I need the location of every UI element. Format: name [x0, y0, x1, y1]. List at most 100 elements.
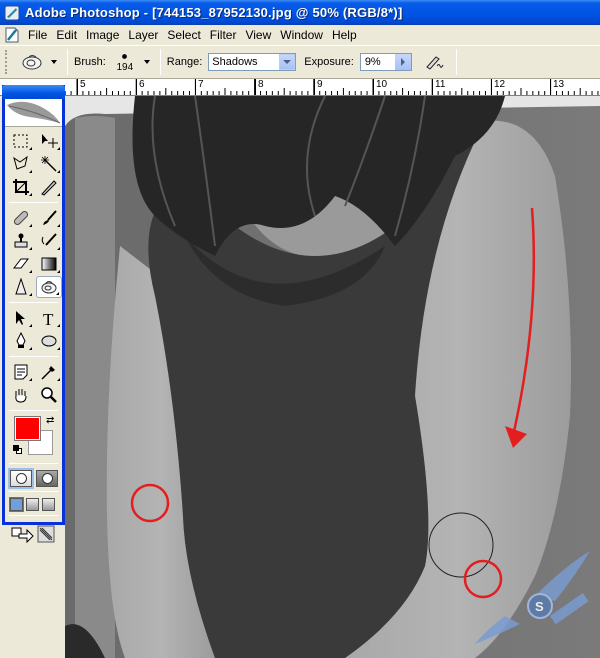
photoshop-icon: [4, 5, 20, 20]
zoom-tool[interactable]: [36, 384, 62, 406]
brush-tool[interactable]: [36, 207, 62, 229]
menu-bar: File Edit Image Layer Select Filter View…: [0, 25, 600, 45]
menu-view[interactable]: View: [242, 28, 277, 42]
default-colors-icon[interactable]: [13, 445, 23, 455]
lasso-tool[interactable]: [8, 153, 34, 175]
adobe-feather-logo[interactable]: [5, 99, 62, 127]
color-swatches: ⇄: [9, 415, 62, 459]
eyedropper-tool-icon: [41, 366, 55, 380]
type-tool[interactable]: T: [36, 307, 62, 329]
menu-file[interactable]: File: [25, 28, 53, 42]
menu-filter[interactable]: Filter: [207, 28, 243, 42]
brush-tool-icon: [43, 210, 57, 225]
document-canvas[interactable]: S: [65, 96, 600, 658]
options-bar-grip[interactable]: [5, 50, 9, 74]
tool-grid: [5, 207, 62, 298]
menu-select[interactable]: Select: [164, 28, 206, 42]
tool-grid: T: [5, 307, 62, 352]
magic-wand-tool-icon: [41, 156, 57, 172]
toolbox-divider: [9, 202, 58, 203]
notes-tool-icon: [14, 364, 28, 380]
brush-size: 194: [116, 61, 134, 73]
slice-tool-icon: [41, 180, 57, 196]
blur-tool[interactable]: [8, 276, 34, 298]
menu-help[interactable]: Help: [329, 28, 363, 42]
range-select[interactable]: Shadows: [208, 53, 297, 71]
photo: S: [65, 96, 600, 658]
blur-tool-icon: [15, 278, 27, 295]
toolbox-divider: [9, 491, 58, 492]
menu-image[interactable]: Image: [83, 28, 125, 42]
notes-tool[interactable]: [8, 361, 34, 383]
menu-layer[interactable]: Layer: [125, 28, 164, 42]
ruler-label: 7: [195, 79, 204, 95]
airbrush-icon[interactable]: [424, 53, 446, 71]
history-brush-tool-icon: [41, 233, 57, 246]
hand-tool-icon: [15, 389, 27, 403]
hand-tool[interactable]: [8, 384, 34, 406]
ruler-label: 6: [136, 79, 145, 95]
path-selection-tool[interactable]: [8, 307, 34, 329]
document-icon[interactable]: [3, 26, 21, 44]
svg-text:S: S: [535, 599, 544, 614]
tool-grid: [5, 127, 62, 198]
clone-stamp-tool-icon: [14, 233, 28, 248]
path-selection-tool-icon: [16, 311, 25, 325]
toolbox-divider: [9, 302, 58, 303]
quick-mask-mode-button[interactable]: [36, 470, 58, 487]
crop-tool[interactable]: [8, 176, 34, 198]
window-title: Adobe Photoshop - [744153_87952130.jpg @…: [25, 5, 403, 20]
edit-mode-buttons: [5, 468, 62, 489]
dodge-tool-icon: [41, 281, 57, 294]
menu-window[interactable]: Window: [277, 28, 329, 42]
foreground-color-swatch[interactable]: [14, 416, 41, 441]
full-screen-menu-mode-button[interactable]: [26, 498, 39, 511]
move-tool-icon: [42, 134, 58, 148]
tool-preset-picker[interactable]: [21, 53, 57, 71]
rectangular-marquee-tool[interactable]: [8, 130, 34, 152]
ellipse-tool[interactable]: [36, 330, 62, 352]
tool-preset-dropdown-icon[interactable]: [51, 60, 57, 64]
ruler-label: 8: [255, 79, 264, 95]
toolbox-divider: [9, 515, 58, 516]
slice-tool[interactable]: [36, 176, 62, 198]
jump-to-imageready[interactable]: [5, 520, 62, 544]
divider: [159, 49, 161, 75]
move-tool[interactable]: [36, 130, 62, 152]
ruler-label: 13: [550, 79, 564, 95]
swap-colors-icon[interactable]: ⇄: [46, 415, 54, 426]
dodge-tool-icon: [22, 55, 42, 70]
exposure-field[interactable]: 9%: [359, 53, 412, 71]
ruler-label: 9: [314, 79, 323, 95]
exposure-slider-arrow-icon[interactable]: [394, 54, 411, 70]
exposure-value: 9%: [364, 56, 381, 68]
toolbox-divider: [9, 356, 58, 357]
full-screen-mode-button[interactable]: [42, 498, 55, 511]
toolbox-panel: T ⇄: [2, 85, 65, 544]
gradient-tool[interactable]: [36, 253, 62, 275]
brush-picker[interactable]: 194: [114, 52, 136, 73]
ruler-ticks: [64, 79, 599, 95]
toolbox-title-bar[interactable]: [2, 85, 65, 99]
title-bar: Adobe Photoshop - [744153_87952130.jpg @…: [0, 0, 600, 25]
brush-dropdown-icon[interactable]: [143, 60, 150, 64]
healing-brush-tool-icon: [13, 210, 29, 226]
chevron-down-icon[interactable]: [279, 54, 296, 70]
crop-tool-icon: [13, 179, 29, 195]
dodge-tool[interactable]: [36, 276, 62, 298]
eraser-tool[interactable]: [8, 253, 34, 275]
standard-mode-icon: [15, 473, 27, 484]
standard-mode-button[interactable]: [8, 468, 34, 489]
clone-stamp-tool[interactable]: [8, 230, 34, 252]
pen-tool[interactable]: [8, 330, 34, 352]
eyedropper-tool[interactable]: [36, 361, 62, 383]
ruler-label: 10: [373, 79, 387, 95]
history-brush-tool[interactable]: [36, 230, 62, 252]
ellipse-tool-icon: [41, 335, 57, 347]
standard-screen-mode-button[interactable]: [9, 497, 24, 512]
menu-edit[interactable]: Edit: [53, 28, 83, 42]
zoom-tool-icon: [41, 387, 57, 403]
horizontal-ruler[interactable]: 5 6 7 8 9 10 11 12 13: [0, 79, 600, 96]
healing-brush-tool[interactable]: [8, 207, 34, 229]
magic-wand-tool[interactable]: [36, 153, 62, 175]
